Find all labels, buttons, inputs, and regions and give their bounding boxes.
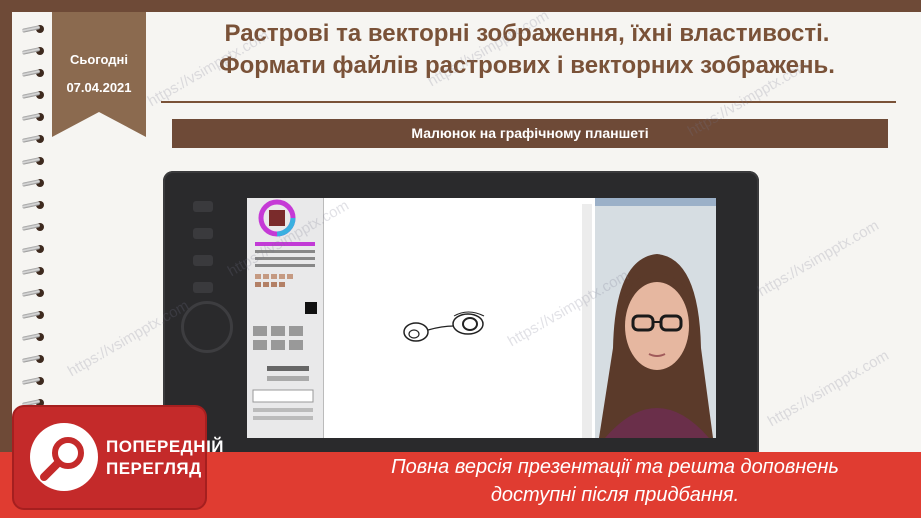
portrait-image <box>595 198 716 438</box>
tablet-express-keys <box>193 201 223 309</box>
title-divider <box>161 101 896 103</box>
date-tag-label: Сьогодні <box>69 52 129 67</box>
slide: Сьогодні 07.04.2021 Растрові та векторні… <box>0 0 921 518</box>
girl-photo <box>595 198 716 438</box>
preview-badge-line2: ПЕРЕГЛЯД <box>106 459 202 478</box>
magnifier-glyph <box>40 437 84 481</box>
subtitle-bar: Малюнок на графічному планшеті <box>172 119 888 148</box>
spiral-binding <box>12 22 52 462</box>
magnifier-icon <box>30 423 98 491</box>
banner-line1: Повна версія презентації та решта доповн… <box>391 456 839 478</box>
date-tag-date: 07.04.2021 <box>66 80 132 95</box>
tablet-screen <box>247 198 716 438</box>
preview-badge-line1: ПОПЕРЕДНІЙ <box>106 437 225 456</box>
banner-line2: доступні після придбання. <box>490 484 740 506</box>
canvas-scrollbar <box>582 204 592 438</box>
preview-badge: ПОПЕРЕДНІЙ ПЕРЕГЛЯД <box>14 407 224 508</box>
